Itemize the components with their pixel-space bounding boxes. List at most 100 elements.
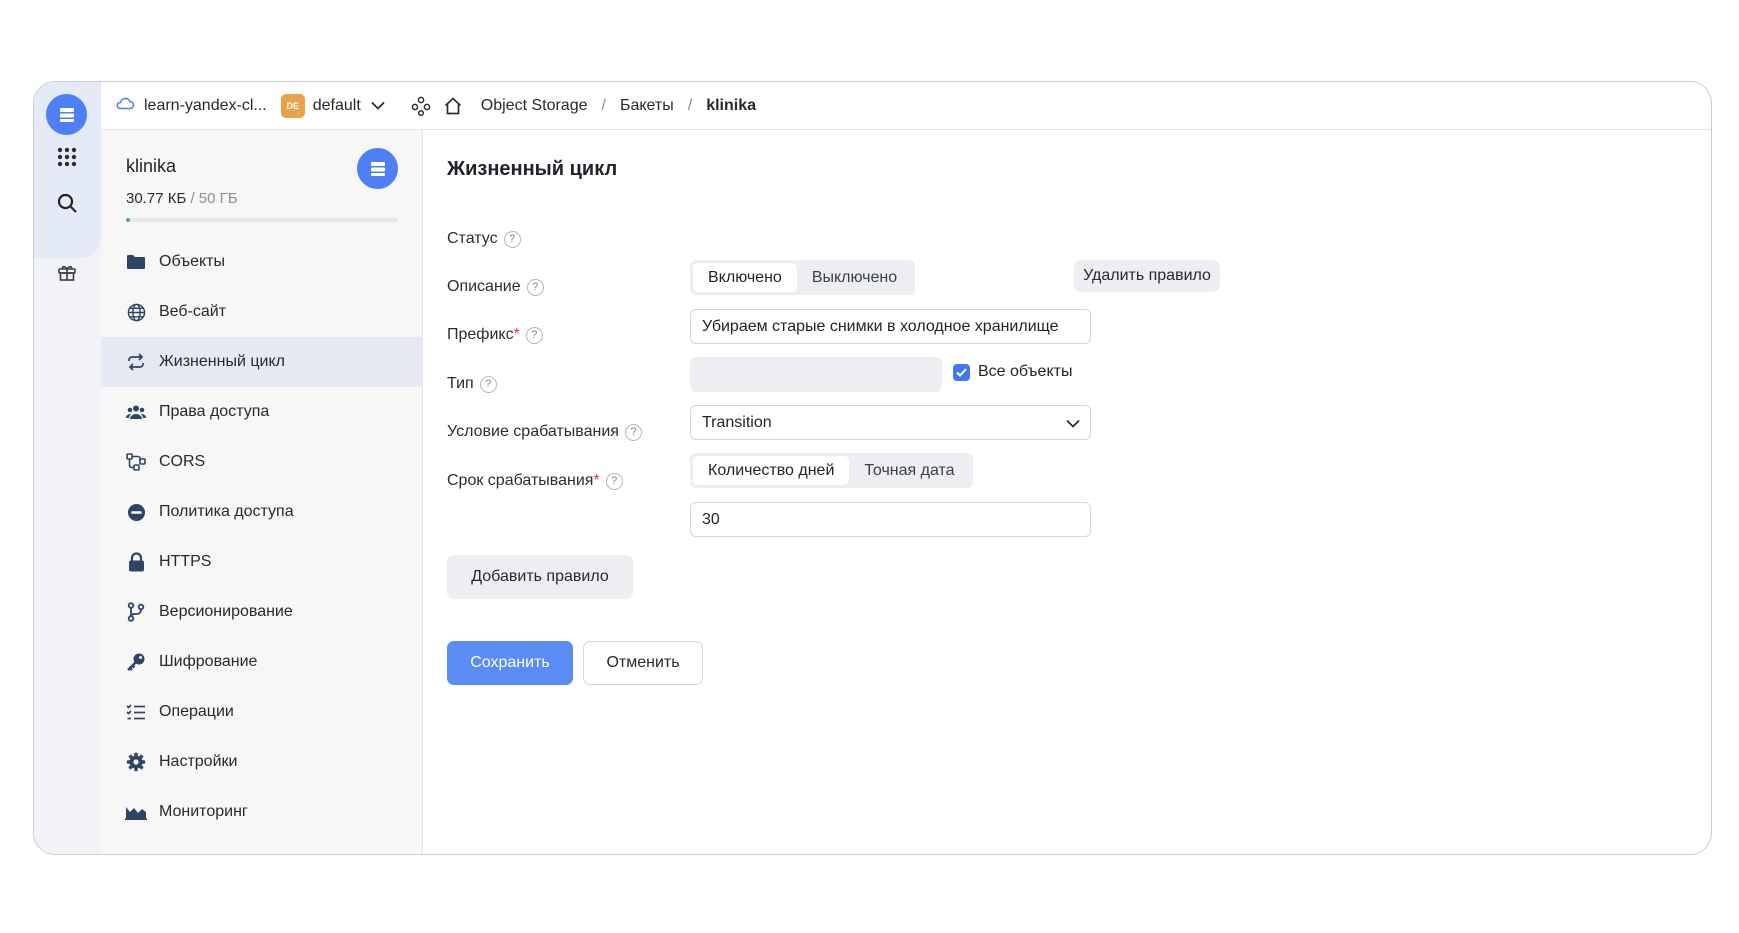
- sidebar-item-website[interactable]: Веб-сайт: [101, 287, 422, 337]
- help-icon[interactable]: ?: [479, 375, 497, 393]
- folder-badge: DE: [280, 93, 305, 118]
- cloud-selector[interactable]: learn-yandex-cl...: [101, 96, 267, 115]
- status-off-option[interactable]: Выключено: [797, 263, 912, 292]
- help-icon[interactable]: ?: [624, 423, 642, 441]
- services-graph-icon[interactable]: [411, 96, 431, 116]
- required-mark: *: [593, 472, 600, 489]
- sidebar-item-label: Мониторинг: [159, 803, 248, 820]
- cancel-button[interactable]: Отменить: [583, 641, 703, 685]
- sidebar-item-encryption[interactable]: Шифрование: [101, 637, 422, 687]
- home-icon[interactable]: [443, 96, 463, 116]
- sidebar-item-https[interactable]: HTTPS: [101, 537, 422, 587]
- status-label: Статус: [447, 230, 498, 247]
- all-objects-checkbox[interactable]: Все объекты: [953, 363, 1072, 381]
- status-label-row: Статус ?: [447, 230, 521, 248]
- term-label: Срок срабатывания: [447, 472, 594, 489]
- top-header: learn-yandex-cl... DE default Object Sto…: [101, 82, 1711, 130]
- description-input[interactable]: Убираем старые снимки в холодное хранили…: [690, 309, 1091, 344]
- bucket-name: klinika: [126, 156, 177, 176]
- condition-label-row: Условие срабатывания ?: [447, 423, 642, 441]
- main-content: Жизненный цикл Статус ? Включено Выключе…: [423, 130, 1711, 854]
- breadcrumb-separator: /: [601, 96, 606, 114]
- sidebar-item-label: Версионирование: [159, 603, 293, 620]
- condition-toggle: Количество дней Точная дата: [690, 453, 973, 488]
- folder-icon: [125, 251, 147, 273]
- days-count-option[interactable]: Количество дней: [693, 456, 850, 485]
- app-window: learn-yandex-cl... DE default Object Sto…: [33, 81, 1712, 855]
- folder-name: default: [312, 96, 361, 114]
- all-objects-label: Все объекты: [978, 363, 1073, 380]
- bucket-avatar-icon: [357, 148, 398, 189]
- term-label-row: Срок срабатывания * ?: [447, 472, 623, 490]
- type-select[interactable]: Transition: [690, 405, 1091, 440]
- delete-rule-button[interactable]: Удалить правило: [1074, 260, 1220, 292]
- chevron-down-icon: [371, 97, 385, 115]
- cycle-icon: [125, 351, 147, 373]
- sidebar-item-label: Операции: [159, 703, 234, 720]
- type-select-value: Transition: [702, 413, 772, 431]
- sidebar-item-access-rights[interactable]: Права доступа: [101, 387, 422, 437]
- description-label-row: Описание ?: [447, 278, 544, 296]
- sidebar-item-label: Веб-сайт: [159, 303, 227, 320]
- sidebar-item-versioning[interactable]: Версионирование: [101, 587, 422, 637]
- help-icon[interactable]: ?: [605, 472, 623, 490]
- breadcrumb-buckets[interactable]: Бакеты: [620, 97, 674, 115]
- breadcrumb-current: klinika: [706, 96, 756, 114]
- sidebar-item-operations[interactable]: Операции: [101, 687, 422, 737]
- prefix-label: Префикс: [447, 326, 514, 343]
- left-rail: [34, 82, 101, 854]
- checkmark-icon: [953, 363, 970, 381]
- search-icon[interactable]: [48, 184, 86, 222]
- branch-icon: [125, 601, 147, 623]
- prefix-label-row: Префикс * ?: [447, 326, 543, 344]
- sidebar-item-lifecycle[interactable]: Жизненный цикл: [101, 337, 422, 387]
- sidebar-item-objects[interactable]: Объекты: [101, 237, 422, 287]
- minus-circle-icon: [125, 501, 147, 523]
- add-rule-button[interactable]: Добавить правило: [447, 555, 633, 599]
- status-on-option[interactable]: Включено: [693, 263, 797, 292]
- status-toggle: Включено Выключено: [690, 260, 916, 295]
- help-icon[interactable]: ?: [503, 230, 521, 248]
- lock-icon: [125, 551, 147, 573]
- condition-label: Условие срабатывания: [447, 423, 619, 440]
- chevron-down-icon: [1066, 415, 1080, 433]
- prefix-input[interactable]: [690, 357, 942, 392]
- bucket-used: 30.77 КБ: [126, 190, 187, 207]
- type-label: Тип: [447, 375, 474, 392]
- sidebar-item-label: Жизненный цикл: [159, 353, 285, 370]
- help-icon[interactable]: ?: [525, 326, 543, 344]
- sidebar-item-label: Настройки: [159, 753, 238, 770]
- help-icon[interactable]: ?: [526, 278, 544, 296]
- cors-icon: [125, 451, 147, 473]
- gift-icon[interactable]: [48, 254, 86, 292]
- bucket-size: 30.77 КБ / 50 ГБ: [126, 190, 238, 207]
- term-input[interactable]: 30: [690, 502, 1091, 537]
- cloud-icon: [115, 96, 135, 115]
- list-check-icon: [125, 701, 147, 723]
- bucket-sidebar: klinika 30.77 КБ / 50 ГБ Объекты Веб-сай…: [101, 130, 423, 854]
- chart-icon: [125, 801, 147, 823]
- sidebar-item-access-policy[interactable]: Политика доступа: [101, 487, 422, 537]
- sidebar-item-cors[interactable]: CORS: [101, 437, 422, 487]
- sidebar-item-settings[interactable]: Настройки: [101, 737, 422, 787]
- sidebar-item-label: Объекты: [159, 253, 225, 270]
- page-title: Жизненный цикл: [447, 158, 618, 180]
- globe-icon: [125, 301, 147, 323]
- usage-bar: [126, 218, 398, 222]
- description-label: Описание: [447, 278, 521, 295]
- save-button[interactable]: Сохранить: [447, 641, 573, 685]
- gear-icon: [125, 751, 147, 773]
- breadcrumb-object-storage[interactable]: Object Storage: [481, 97, 588, 115]
- sidebar-item-label: Политика доступа: [159, 503, 294, 520]
- usage-bar-fill: [126, 218, 131, 222]
- sidebar-item-monitoring[interactable]: Мониторинг: [101, 787, 422, 837]
- apps-grid-icon[interactable]: [48, 138, 86, 176]
- exact-date-option[interactable]: Точная дата: [849, 456, 969, 485]
- bucket-limit: / 50 ГБ: [190, 190, 238, 207]
- sidebar-item-label: CORS: [159, 453, 206, 470]
- sidebar-item-label: Шифрование: [159, 653, 258, 670]
- object-storage-service-icon[interactable]: [46, 94, 87, 135]
- folder-selector[interactable]: DE default: [267, 93, 385, 118]
- cloud-name: learn-yandex-cl...: [144, 96, 267, 114]
- breadcrumb-separator: /: [687, 96, 693, 114]
